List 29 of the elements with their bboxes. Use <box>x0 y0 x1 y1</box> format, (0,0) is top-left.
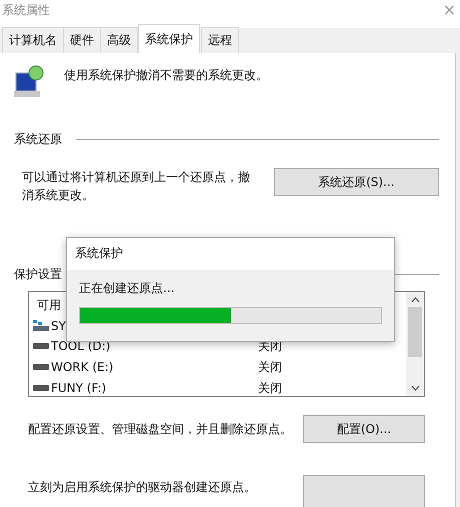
tab[interactable]: 系统保护 <box>138 24 200 53</box>
drive-icon <box>33 343 49 349</box>
tab[interactable]: 远程 <box>201 27 239 53</box>
section-heading: 系统还原 <box>14 131 62 148</box>
tab[interactable]: 高级 <box>100 27 138 53</box>
drive-icon <box>33 385 49 391</box>
create-description: 立刻为启用系统保护的驱动器创建还原点。 <box>28 479 256 496</box>
computer-restore-icon <box>14 65 46 99</box>
configure-description: 配置还原设置、管理磁盘空间，并且删除还原点。 <box>28 420 292 438</box>
section-heading: 保护设置 <box>14 266 62 283</box>
tab[interactable]: 计算机名 <box>2 27 64 53</box>
restore-description: 可以通过将计算机还原到上一个还原点，撤消系统更改。 <box>22 169 251 204</box>
column-header: 可用 <box>36 297 62 314</box>
scrollbar[interactable] <box>406 292 424 396</box>
drive-name: SY <box>51 319 67 333</box>
drive-name: FUNY (F:) <box>51 381 108 395</box>
protection-status: 关闭 <box>258 380 282 396</box>
system-restore-button[interactable]: 系统还原(S)... <box>274 168 439 196</box>
scroll-up-icon[interactable] <box>410 297 420 303</box>
configure-button[interactable]: 配置(O)... <box>303 415 425 443</box>
intro-text: 使用系统保护撤消不需要的系统更改。 <box>64 67 268 84</box>
scroll-down-icon[interactable] <box>410 385 420 391</box>
drive-name: WORK (E:) <box>51 360 114 374</box>
window-title: 系统属性 <box>2 2 50 19</box>
progress-message: 正在创建还原点... <box>79 280 176 297</box>
dialog-title: 系统保护 <box>75 246 123 260</box>
protection-status: 关闭 <box>258 358 282 376</box>
drive-icon <box>33 364 49 370</box>
system-drive-icon <box>33 320 49 332</box>
